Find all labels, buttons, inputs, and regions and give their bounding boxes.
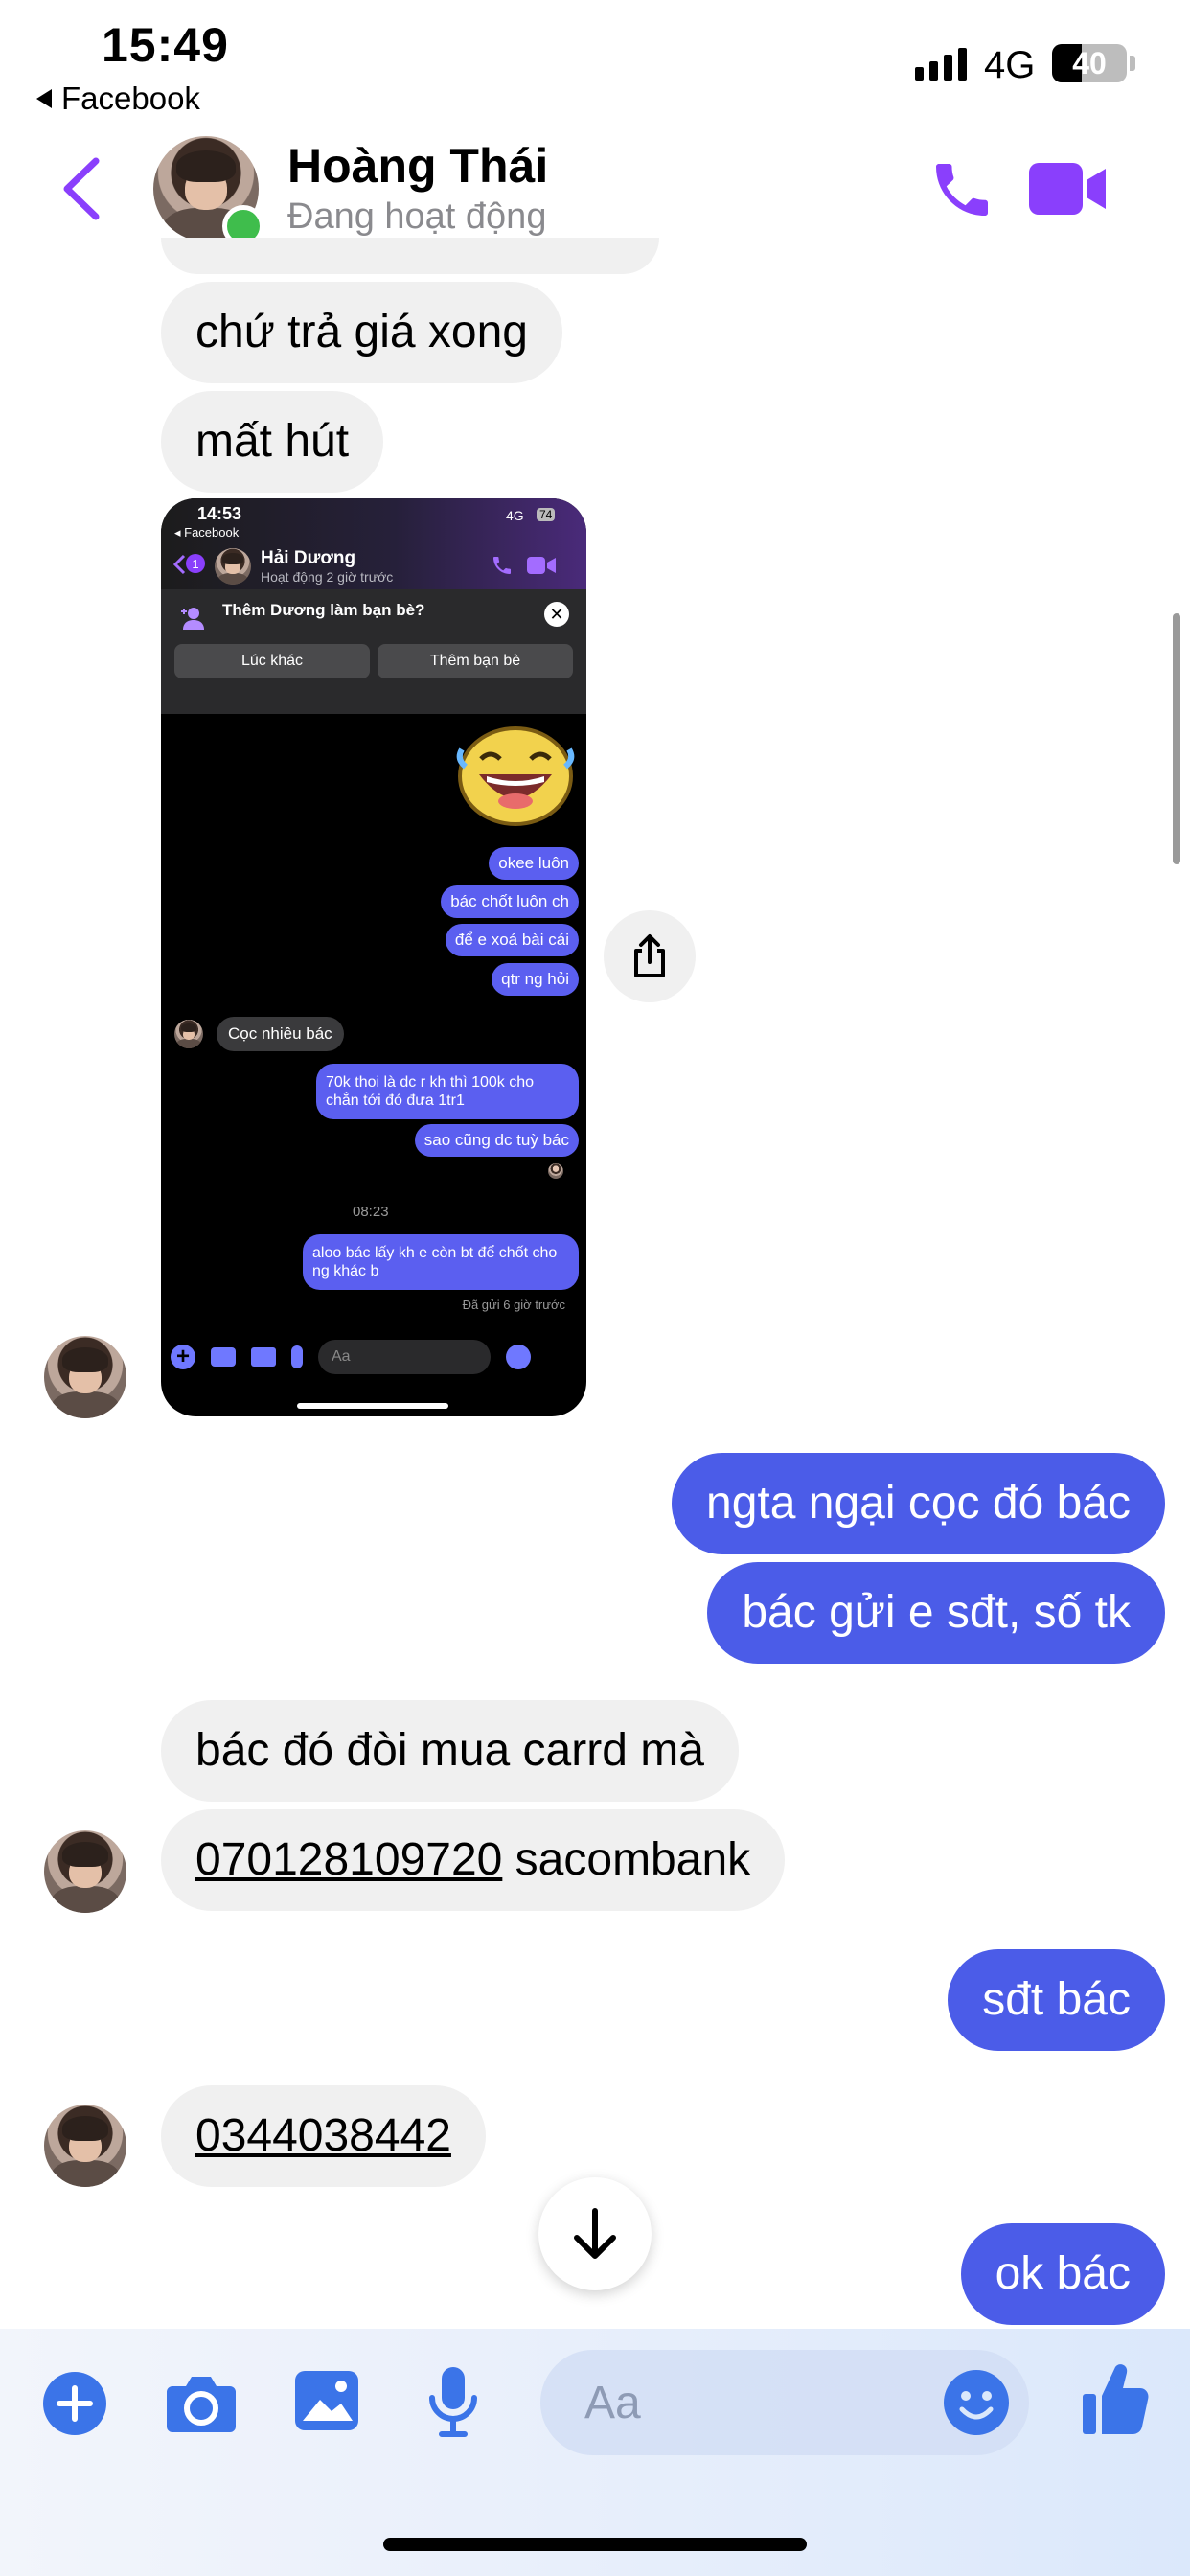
- message-text: sacombank: [502, 1834, 751, 1885]
- network-label: 4G: [984, 44, 1036, 86]
- message-input-placeholder: Aa: [584, 2378, 641, 2428]
- scroll-to-bottom-button[interactable]: [538, 2177, 652, 2290]
- message-text: mất hút: [195, 416, 350, 467]
- microphone-icon[interactable]: [425, 2365, 481, 2438]
- message-text: chứ trả giá xong: [195, 307, 528, 357]
- gallery-icon[interactable]: [293, 2369, 360, 2432]
- shot-back-chevron-icon: [172, 554, 186, 575]
- arrow-down-icon: [574, 2208, 616, 2259]
- shot-message-received: Cọc nhiêu bác: [217, 1017, 344, 1051]
- share-button[interactable]: [604, 910, 696, 1002]
- message-text: ok bác: [995, 2248, 1131, 2299]
- shot-image-icon: [251, 1347, 276, 1367]
- shot-message-sent: aloo bác lấy kh e còn bt để chốt cho ng …: [303, 1234, 579, 1290]
- message-received[interactable]: bác đó đòi mua carrd mà: [161, 1700, 739, 1802]
- message-sent[interactable]: ngta ngại cọc đó bác: [672, 1453, 1165, 1554]
- phone-number-link[interactable]: 0344038442: [195, 2113, 451, 2159]
- shot-laughing-sticker: [456, 726, 575, 826]
- shot-seen-avatar: [548, 1163, 563, 1179]
- shot-unread-badge: 1: [186, 554, 205, 573]
- share-icon: [634, 934, 665, 978]
- shot-message-sent: sao cũng dc tuỳ bác: [414, 1124, 579, 1157]
- shot-camera-icon: [211, 1347, 236, 1367]
- scrollbar[interactable]: [1173, 613, 1180, 864]
- shot-emoji-icon: [506, 1345, 531, 1369]
- status-time: 15:49: [102, 18, 229, 72]
- home-indicator: [383, 2538, 807, 2551]
- message-received[interactable]: mất hút: [161, 391, 384, 493]
- shot-add-friend-icon: [181, 608, 204, 630]
- message-received[interactable]: 070128109720 sacombank: [161, 1809, 786, 1911]
- shot-contact-name: Hải Dương: [261, 548, 356, 568]
- thumbs-up-icon[interactable]: [1081, 2361, 1150, 2436]
- shot-call-icon: [493, 557, 511, 574]
- shared-screenshot-image[interactable]: 14:53 ◂ Facebook 4G 74 1 Hải Dương Hoạt …: [161, 498, 586, 1416]
- shot-message-sent: 70k thoi là dc r kh thì 100k cho chắn tớ…: [316, 1064, 579, 1119]
- shot-sender-avatar: [174, 1020, 203, 1048]
- message-bubble-partial: [161, 238, 659, 274]
- message-text: sđt bác: [982, 1974, 1131, 2025]
- shot-sent-status: Đã gửi 6 giờ trước: [462, 1298, 565, 1312]
- sender-avatar[interactable]: [44, 1336, 126, 1418]
- contact-status: Đang hoạt động: [287, 196, 547, 237]
- plus-icon[interactable]: [42, 2371, 107, 2436]
- back-triangle-icon: [36, 89, 52, 108]
- shot-home-indicator: [297, 1403, 448, 1409]
- message-text: bác đó đòi mua carrd mà: [195, 1725, 704, 1776]
- message-sent[interactable]: bác gửi e sđt, số tk: [707, 1562, 1165, 1664]
- message-text: bác gửi e sđt, số tk: [742, 1587, 1131, 1638]
- shot-message-sent: okee luôn: [489, 847, 579, 880]
- message-sent[interactable]: sđt bác: [948, 1949, 1165, 2051]
- battery-label: 40: [1072, 45, 1107, 80]
- back-to-app-link[interactable]: Facebook: [36, 80, 200, 117]
- message-text: ngta ngại cọc đó bác: [706, 1478, 1131, 1529]
- shot-back-app: ◂ Facebook: [174, 525, 240, 540]
- shot-friend-prompt: Thêm Dương làm bạn bè?: [222, 601, 425, 619]
- camera-icon[interactable]: [165, 2373, 238, 2434]
- battery-icon: 40: [1052, 44, 1127, 82]
- shot-timestamp: 08:23: [353, 1204, 389, 1220]
- shot-message-sent: để e xoá bài cái: [445, 924, 579, 956]
- sender-avatar[interactable]: [44, 2104, 126, 2187]
- video-call-icon[interactable]: [1027, 161, 1108, 217]
- shot-later-button: Lúc khác: [174, 644, 370, 678]
- battery-nub: [1130, 56, 1135, 71]
- message-received[interactable]: 0344038442: [161, 2085, 486, 2187]
- contact-name[interactable]: Hoàng Thái: [287, 138, 548, 194]
- shot-composer: + Aa: [171, 1338, 573, 1376]
- shot-message-sent: bác chốt luôn ch: [441, 886, 579, 918]
- back-app-label: Facebook: [61, 80, 200, 116]
- emoji-icon[interactable]: [943, 2369, 1010, 2436]
- back-chevron-icon[interactable]: [57, 155, 105, 222]
- shot-plus-icon: +: [171, 1344, 195, 1369]
- shot-time: 14:53: [197, 504, 242, 523]
- shot-mic-icon: [291, 1346, 303, 1368]
- voice-call-icon[interactable]: [927, 155, 996, 224]
- shot-video-icon: [527, 557, 556, 574]
- shot-contact-avatar: [215, 548, 251, 585]
- shot-battery: 74: [537, 508, 556, 521]
- signal-icon: [915, 48, 967, 80]
- message-received[interactable]: chứ trả giá xong: [161, 282, 562, 383]
- account-number-link[interactable]: 070128109720: [195, 1837, 502, 1883]
- message-sent[interactable]: ok bác: [960, 2223, 1165, 2325]
- sender-avatar[interactable]: [44, 1830, 126, 1913]
- shot-add-friend-button: Thêm bạn bè: [378, 644, 573, 678]
- shot-close-icon: ✕: [544, 602, 569, 627]
- shot-contact-status: Hoạt động 2 giờ trước: [261, 569, 394, 585]
- shot-input: Aa: [318, 1340, 491, 1374]
- shot-message-sent: qtr ng hỏi: [492, 963, 579, 996]
- shot-network: 4G: [506, 508, 524, 523]
